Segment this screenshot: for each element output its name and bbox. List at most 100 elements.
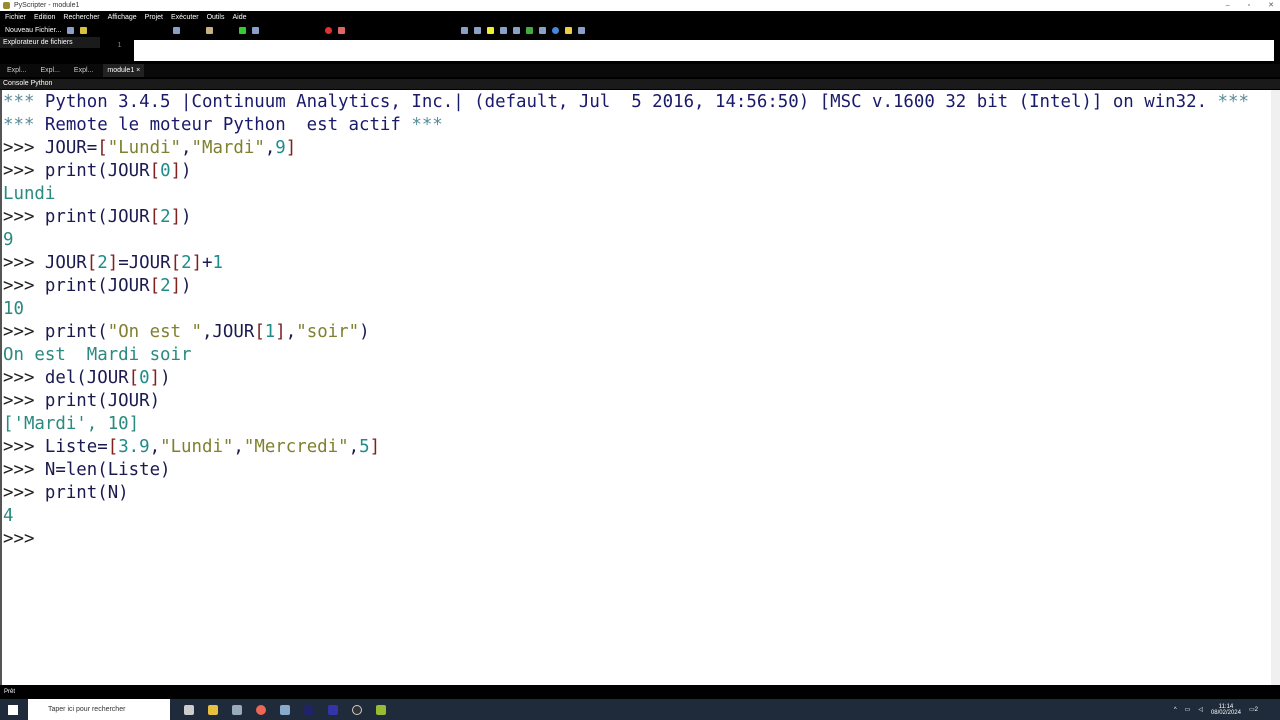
save-icon[interactable] [206, 27, 214, 34]
settings-icon[interactable] [500, 27, 508, 34]
undo-icon[interactable] [173, 27, 181, 34]
console-token: print(N) [44, 483, 129, 503]
console-token: print(JOUR) [44, 391, 161, 411]
menu-projet[interactable]: Projet [145, 12, 163, 23]
tab-bar: Expl... Expl... Expl... module1 × [0, 64, 1280, 77]
console-token: 9 [275, 138, 286, 158]
layout-icon[interactable] [513, 27, 521, 34]
console-token: , [285, 322, 297, 342]
close-button[interactable]: ✕ [1268, 0, 1274, 11]
console-token: ] [369, 437, 381, 457]
console-token: >>> [3, 253, 45, 273]
new-icon[interactable] [67, 27, 75, 34]
console-token: *** [1217, 92, 1249, 112]
tab-module1-label: module1 [107, 67, 135, 74]
console-token: *** [3, 92, 35, 112]
toolbar: Nouveau Fichier... [0, 24, 1280, 37]
windows-start-icon[interactable] [8, 704, 18, 715]
maximize-button[interactable]: ▫ [1248, 0, 1250, 11]
console-line: Lundi [3, 183, 1271, 206]
console-token: print(JOUR [44, 276, 150, 296]
console-line: ['Mardi', 10] [3, 413, 1271, 436]
premiere-icon[interactable] [304, 704, 314, 715]
new-file-button[interactable]: Nouveau Fichier... [5, 27, 61, 34]
menu-edition[interactable]: Edition [34, 12, 55, 23]
console-line: >>> print(JOUR[2]) [3, 275, 1271, 298]
console-line: >>> Liste=[3.9,"Lundi","Mercredi",5] [3, 436, 1271, 459]
console-token: [ [149, 276, 161, 296]
search-placeholder: Taper ici pour rechercher [48, 706, 126, 713]
console-token: 3.9 [118, 437, 150, 457]
console-header: Console Python [0, 79, 1280, 89]
refresh-icon[interactable] [539, 27, 547, 34]
console-token: 5 [359, 437, 370, 457]
open-icon[interactable] [80, 27, 88, 34]
python-console[interactable]: *** Python 3.4.5 |Continuum Analytics, I… [0, 90, 1271, 685]
media-encoder-icon[interactable] [328, 704, 338, 715]
notifications-icon[interactable]: ▭2 [1249, 706, 1258, 713]
close-tab-icon[interactable]: × [136, 67, 140, 74]
code-editor[interactable] [134, 40, 1274, 61]
console-token: Remote le moteur Python est actif [34, 115, 412, 135]
console-title: Console Python [3, 80, 53, 87]
app-icon [3, 2, 10, 9]
tab-module1[interactable]: module1 × [103, 64, 145, 77]
console-token: >>> [3, 460, 45, 480]
app-icon-1[interactable] [232, 704, 242, 715]
console-token: >>> [3, 276, 45, 296]
zoom-in-icon[interactable] [461, 27, 469, 34]
network-icon[interactable]: ▭ [1185, 706, 1191, 713]
console-token: del(JOUR [44, 368, 129, 388]
menu-outils[interactable]: Outils [207, 12, 225, 23]
tab-explorer-3[interactable]: Expl... [70, 64, 97, 77]
taskbar-search[interactable]: Taper ici pour rechercher [28, 699, 170, 720]
console-token: ] [170, 276, 182, 296]
status-text: Prêt [4, 689, 16, 695]
breakpoint-icon[interactable] [325, 27, 333, 34]
console-token: [ [97, 138, 108, 158]
menu-fichier[interactable]: Fichier [5, 12, 26, 23]
console-token: , [149, 437, 161, 457]
clock[interactable]: 11:14 08/02/2024 [1211, 704, 1241, 716]
menu-affichage[interactable]: Affichage [108, 12, 137, 23]
tab-explorer-1[interactable]: Expl... [3, 64, 30, 77]
zoom-out-icon[interactable] [474, 27, 482, 34]
console-line: >>> JOUR[2]=JOUR[2]+1 [3, 252, 1271, 275]
volume-icon[interactable]: ◁ [1198, 706, 1203, 713]
run-icon[interactable] [239, 27, 247, 34]
console-scrollbar[interactable] [1271, 90, 1280, 685]
menu-rechercher[interactable]: Rechercher [63, 12, 99, 23]
tab-explorer-2[interactable]: Expl... [36, 64, 63, 77]
console-token: [ [149, 161, 161, 181]
window-icon[interactable] [578, 27, 586, 34]
console-line: 10 [3, 298, 1271, 321]
debug-icon[interactable] [252, 27, 260, 34]
console-token: 1 [212, 253, 224, 273]
window-controls: – ▫ ✕ [1226, 0, 1274, 11]
console-token: "soir" [296, 322, 360, 342]
console-token: =JOUR [118, 253, 171, 273]
file-explorer-header: Explorateur de fichiers [0, 37, 100, 48]
minimize-button[interactable]: – [1226, 0, 1230, 11]
flash-icon[interactable] [487, 27, 495, 34]
menu-executer[interactable]: Exécuter [171, 12, 199, 23]
app-icon-2[interactable] [280, 704, 290, 715]
task-view-icon[interactable] [184, 704, 194, 715]
console-token: 10 [3, 299, 24, 319]
obs-icon[interactable] [352, 704, 362, 715]
pyscripter-icon[interactable] [376, 704, 386, 715]
console-token: *** [411, 115, 443, 135]
green-icon[interactable] [526, 27, 534, 34]
console-token: JOUR [44, 253, 87, 273]
console-token: "Mercredi" [243, 437, 349, 457]
system-tray: ^ ▭ ◁ 11:14 08/02/2024 ▭2 [1174, 699, 1258, 720]
console-token: 1 [264, 322, 276, 342]
python-icon[interactable] [565, 27, 573, 34]
console-token: >>> [3, 368, 45, 388]
firefox-icon[interactable] [256, 704, 266, 715]
help-icon[interactable] [552, 27, 560, 34]
clear-breakpoints-icon[interactable] [338, 27, 346, 34]
file-explorer-icon[interactable] [208, 704, 218, 715]
menu-aide[interactable]: Aide [233, 12, 247, 23]
chevron-up-icon[interactable]: ^ [1174, 707, 1177, 713]
